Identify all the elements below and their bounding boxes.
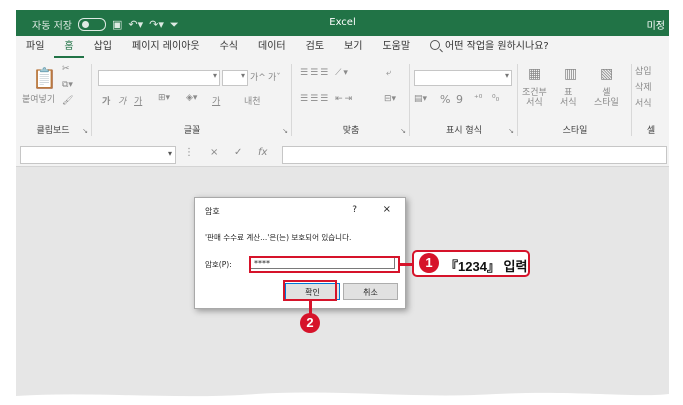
cut-icon[interactable]: ✂ — [62, 64, 70, 74]
tab-page-layout[interactable]: 페이지 레이아웃 — [122, 36, 210, 58]
tell-me-box[interactable]: 어떤 작업을 원하시나요? — [420, 36, 559, 58]
percent-icon[interactable]: % — [440, 93, 450, 106]
group-alignment: ☰☰☰ ⟋▾ ⤶ ☰☰☰ ⇤⇥ ⊟▾ 맞춤 ↘ — [294, 60, 408, 140]
help-icon[interactable]: ? — [352, 205, 357, 215]
cancel-entry-icon[interactable]: × — [210, 147, 218, 158]
decrease-font-icon[interactable]: 가ˇ — [268, 70, 281, 83]
underline-icon[interactable]: 가 — [134, 94, 142, 107]
formula-bar: ⋮ × ✓ fx — [16, 142, 669, 167]
cell-styles-label[interactable]: 셀 스타일 — [594, 88, 619, 108]
clipboard-launcher-icon[interactable]: ↘ — [82, 127, 88, 135]
format-as-table-label[interactable]: 표 서식 — [560, 88, 577, 108]
tab-review[interactable]: 검토 — [296, 36, 334, 58]
italic-icon[interactable]: 가 — [118, 94, 126, 107]
insert-cells-button[interactable]: 삽입 — [635, 64, 652, 77]
group-divider — [631, 64, 632, 136]
password-label: 암호(P): — [205, 260, 232, 269]
merge-center-icon[interactable]: ⊟▾ — [384, 94, 396, 104]
font-launcher-icon[interactable]: ↘ — [282, 127, 288, 135]
group-cells: 삽입 삭제 서식 셀 — [633, 60, 669, 140]
group-font: 가^ 가ˇ 가 가 가 ⊞▾ ◈▾ 가 내천 글꼴 ↘ — [94, 60, 290, 140]
number-launcher-icon[interactable]: ↘ — [508, 127, 514, 135]
insert-function-icon[interactable]: fx — [258, 147, 267, 158]
tab-insert[interactable]: 삽입 — [84, 36, 122, 58]
decrease-decimal-icon[interactable]: ⁰₀ — [492, 94, 499, 104]
group-divider — [291, 64, 292, 136]
group-label-font: 글꼴 — [183, 126, 201, 136]
number-format-combo[interactable] — [414, 70, 512, 86]
formula-input[interactable] — [282, 146, 667, 164]
step1-text: 『1234』 입력 — [445, 259, 528, 274]
delete-cells-button[interactable]: 삭제 — [635, 80, 652, 93]
formula-bar-grip-icon: ⋮ — [184, 147, 194, 158]
tell-me-text: 어떤 작업을 원하시나요? — [445, 41, 549, 52]
align-icons[interactable]: ☰☰☰ ⇤⇥ — [300, 94, 354, 104]
enter-entry-icon[interactable]: ✓ — [234, 147, 242, 158]
top-align-icons[interactable]: ☰☰☰ ⟋▾ — [300, 68, 350, 78]
accounting-icon[interactable]: ▤▾ — [414, 94, 427, 104]
conditional-format-icon[interactable]: ▦ — [528, 66, 541, 82]
group-label-alignment: 맞춤 — [342, 126, 360, 136]
group-label-styles: 스타일 — [562, 126, 588, 136]
dialog-title: 암호 — [205, 207, 220, 216]
format-painter-icon[interactable]: 🖌 — [62, 96, 73, 106]
step1-callout: 1 『1234』 입력 — [412, 250, 530, 277]
increase-font-icon[interactable]: 가^ — [250, 70, 266, 83]
title-bar: 자동 저장 ▣ ↶▾ ↷▾ ⏷ Excel 미정 — [16, 10, 669, 36]
tab-view[interactable]: 보기 — [334, 36, 372, 58]
cell-styles-icon[interactable]: ▧ — [600, 66, 613, 82]
tab-file[interactable]: 파일 — [16, 36, 54, 58]
window-title: Excel — [329, 17, 356, 28]
group-clipboard: 📋 붙여넣기 ✂ ⧉▾ 🖌 클립보드 ↘ — [16, 60, 90, 140]
group-label-cells: 셀 — [646, 126, 656, 136]
conditional-format-label[interactable]: 조건부 서식 — [522, 88, 547, 108]
comma-icon[interactable]: 9 — [456, 93, 463, 106]
ok-highlight-box — [283, 280, 337, 301]
group-number: ▤▾ % 9 ⁺⁰ ⁰₀ 표시 형식 ↘ — [412, 60, 516, 140]
cancel-button[interactable]: 취소 — [343, 283, 398, 300]
paste-icon[interactable]: 📋 — [32, 66, 57, 90]
tab-home[interactable]: 홈 — [54, 36, 84, 58]
format-cells-button[interactable]: 서식 — [635, 96, 652, 109]
ribbon: 📋 붙여넣기 ✂ ⧉▾ 🖌 클립보드 ↘ 가^ 가ˇ 가 가 가 ⊞▾ ◈▾ 가… — [16, 58, 669, 143]
increase-decimal-icon[interactable]: ⁺⁰ — [474, 94, 482, 104]
group-divider — [409, 64, 410, 136]
tab-help[interactable]: 도움말 — [372, 36, 420, 58]
step1-badge: 1 — [419, 253, 439, 273]
step2-badge: 2 — [300, 313, 320, 333]
close-icon[interactable]: × — [383, 204, 391, 215]
font-size-combo[interactable] — [222, 70, 248, 86]
copy-icon[interactable]: ⧉▾ — [62, 80, 73, 90]
group-divider — [517, 64, 518, 136]
name-box[interactable] — [20, 146, 176, 164]
bold-icon[interactable]: 가 — [102, 94, 110, 107]
group-label-number: 표시 형식 — [446, 126, 482, 136]
ribbon-tabs: 파일 홈 삽입 페이지 레이아웃 수식 데이터 검토 보기 도움말 어떤 작업을… — [16, 36, 669, 58]
group-divider — [91, 64, 92, 136]
borders-icon[interactable]: ⊞▾ — [158, 93, 170, 103]
wrap-text-icon[interactable]: ⤶ — [386, 68, 391, 78]
torn-edge — [16, 392, 669, 405]
group-label-clipboard: 클립보드 — [36, 126, 70, 136]
user-name[interactable]: 미정 — [647, 17, 665, 32]
group-styles: ▦ ▥ ▧ 조건부 서식 표 서식 셀 스타일 스타일 — [520, 60, 630, 140]
font-name-combo[interactable] — [98, 70, 220, 86]
dialog-message: '판매 수수료 계산...'은(는) 보호되어 있습니다. — [205, 233, 352, 242]
tab-data[interactable]: 데이터 — [248, 36, 296, 58]
password-highlight-box — [249, 256, 400, 273]
search-icon — [430, 40, 441, 50]
format-as-table-icon[interactable]: ▥ — [564, 66, 577, 82]
alignment-launcher-icon[interactable]: ↘ — [400, 127, 406, 135]
paste-label[interactable]: 붙여넣기 — [22, 92, 55, 105]
tab-formulas[interactable]: 수식 — [210, 36, 248, 58]
phonetic-icon[interactable]: 내천 — [244, 94, 261, 107]
font-color-icon[interactable]: 가 — [212, 94, 220, 107]
fill-color-icon[interactable]: ◈▾ — [186, 93, 197, 103]
